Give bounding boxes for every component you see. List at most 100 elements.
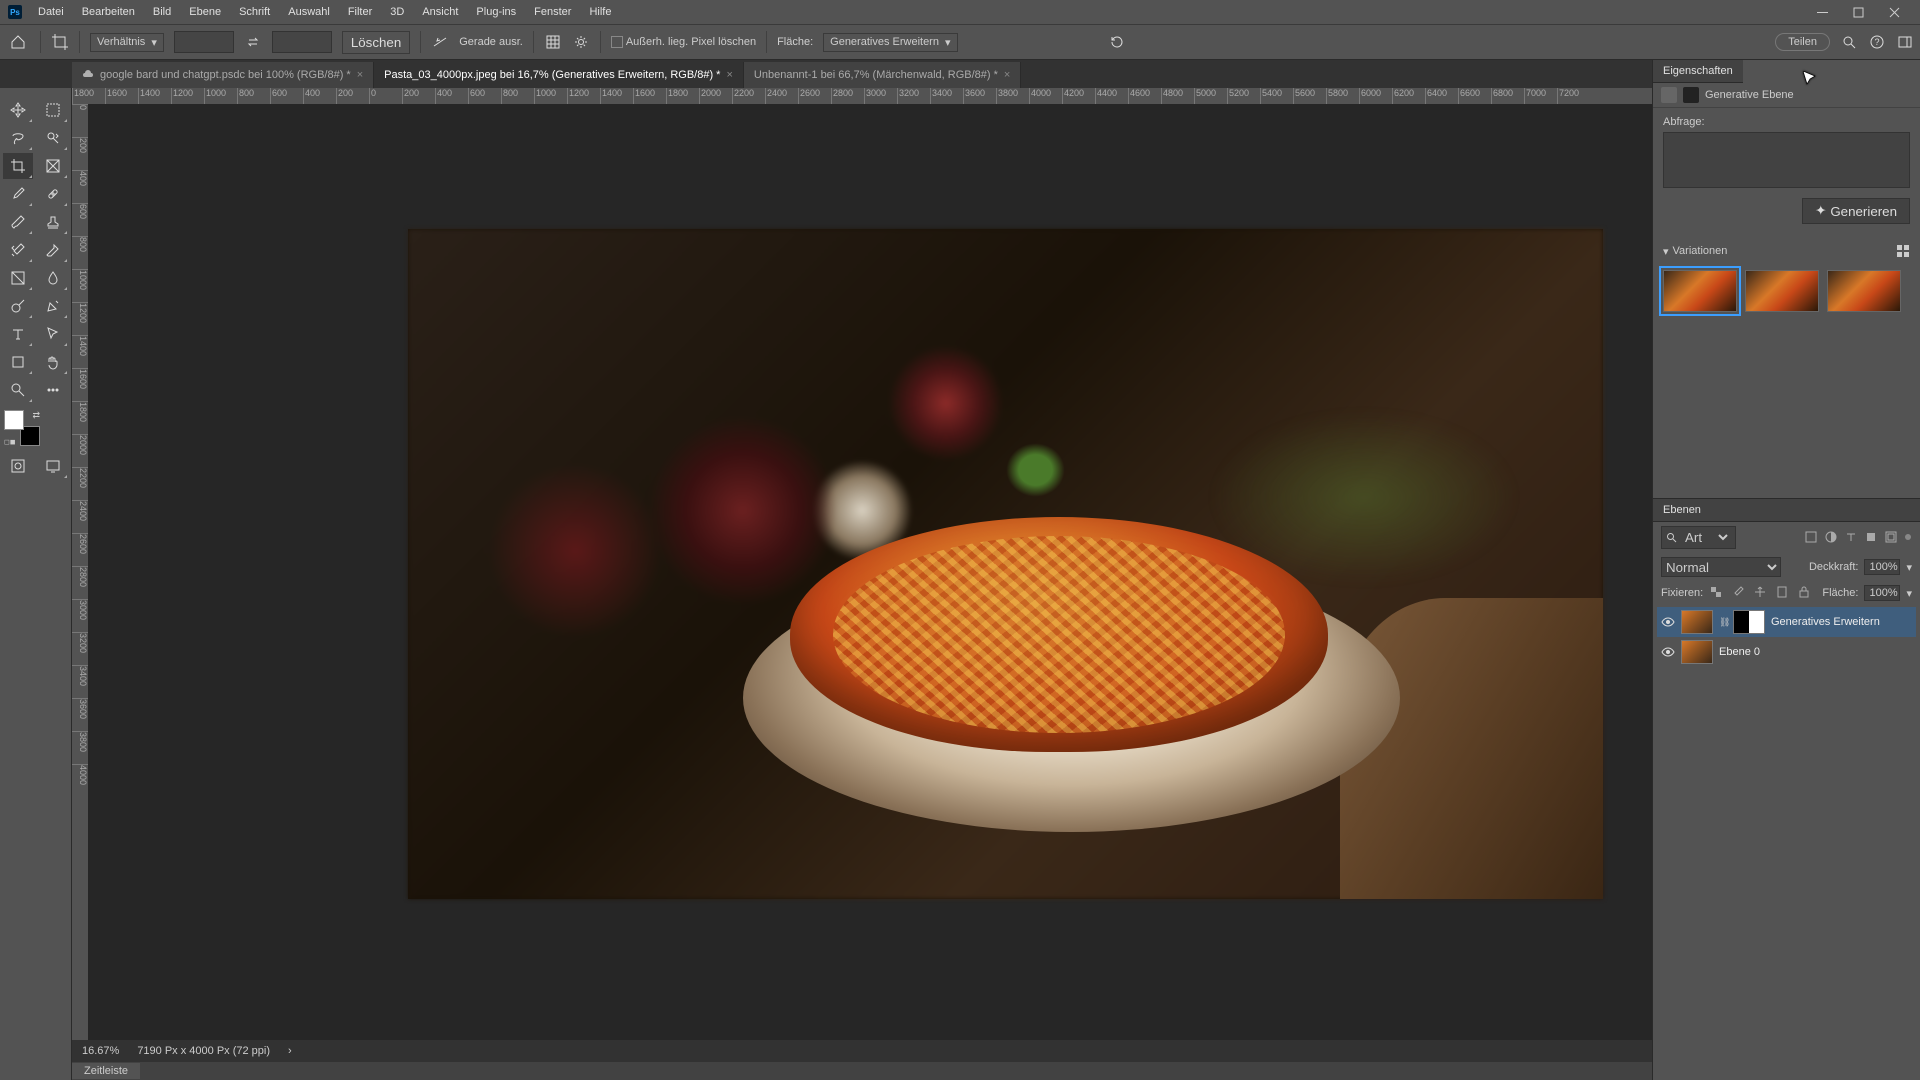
tab-document-1[interactable]: google bard und chatgpt.psdc bei 100% (R…	[72, 62, 374, 88]
menu-schrift[interactable]: Schrift	[231, 3, 278, 21]
variation-thumb-3[interactable]	[1827, 270, 1901, 312]
reset-colors-icon[interactable]: ◻◼	[4, 438, 16, 446]
history-brush-tool-icon[interactable]	[3, 237, 33, 263]
layer-filter-dropdown[interactable]: Art	[1661, 526, 1736, 549]
doc-info[interactable]: 7190 Px x 4000 Px (72 ppi)	[137, 1045, 270, 1057]
workspace-icon[interactable]	[1896, 33, 1914, 51]
dodge-tool-icon[interactable]	[3, 293, 33, 319]
menu-plugins[interactable]: Plug-ins	[468, 3, 524, 21]
chevron-right-icon[interactable]: ›	[288, 1045, 292, 1057]
layer-mask-thumb[interactable]	[1733, 610, 1765, 634]
stamp-tool-icon[interactable]	[39, 209, 69, 235]
link-icon[interactable]: ⛓	[1719, 617, 1727, 628]
close-icon[interactable]	[1876, 0, 1912, 24]
ratio-width-input[interactable]	[174, 31, 234, 53]
close-tab-icon[interactable]: ×	[1004, 69, 1010, 81]
tab-document-2[interactable]: Pasta_03_4000px.jpeg bei 16,7% (Generati…	[374, 62, 744, 88]
crop-tool-icon[interactable]	[3, 153, 33, 179]
clear-button[interactable]: Löschen	[342, 31, 410, 54]
share-button[interactable]: Teilen	[1775, 33, 1830, 51]
quick-select-tool-icon[interactable]	[39, 125, 69, 151]
swap-dims-icon[interactable]	[244, 33, 262, 51]
close-tab-icon[interactable]: ×	[357, 69, 363, 81]
close-tab-icon[interactable]: ×	[726, 69, 732, 81]
ratio-height-input[interactable]	[272, 31, 332, 53]
visibility-icon[interactable]	[1661, 645, 1675, 659]
properties-panel-tab[interactable]: Eigenschaften	[1653, 60, 1743, 83]
filter-adjust-icon[interactable]	[1824, 530, 1840, 546]
tab-document-3[interactable]: Unbenannt-1 bei 66,7% (Märchenwald, RGB/…	[744, 62, 1021, 88]
zoom-tool-icon[interactable]	[3, 377, 33, 403]
menu-ebene[interactable]: Ebene	[181, 3, 229, 21]
ruler-vertical[interactable]: 0200400600800100012001400160018002000220…	[72, 104, 88, 1040]
layer-item[interactable]: ⛓ Generatives Erweitern	[1657, 607, 1916, 637]
frame-tool-icon[interactable]	[39, 153, 69, 179]
healing-tool-icon[interactable]	[39, 181, 69, 207]
filter-type-icon[interactable]	[1844, 530, 1860, 546]
opacity-input[interactable]: 100%	[1864, 559, 1900, 575]
menu-datei[interactable]: Datei	[30, 3, 72, 21]
menu-fenster[interactable]: Fenster	[526, 3, 579, 21]
swap-colors-icon[interactable]: ⇄	[32, 410, 40, 421]
lock-transparency-icon[interactable]	[1709, 585, 1725, 601]
lock-pixels-icon[interactable]	[1731, 585, 1747, 601]
hand-tool-icon[interactable]	[39, 349, 69, 375]
layer-item[interactable]: Ebene 0	[1657, 637, 1916, 667]
canvas[interactable]	[88, 104, 1652, 1040]
menu-3d[interactable]: 3D	[382, 3, 412, 21]
filter-shape-icon[interactable]	[1864, 530, 1880, 546]
blur-tool-icon[interactable]	[39, 265, 69, 291]
ratio-dropdown[interactable]: Verhältnis▾	[90, 33, 164, 52]
layer-name[interactable]: Ebene 0	[1719, 646, 1760, 658]
filter-smart-icon[interactable]	[1884, 530, 1900, 546]
filter-toggle-icon[interactable]	[1904, 530, 1912, 546]
ruler-horizontal[interactable]: 1800160014001200100080060040020002004006…	[72, 88, 1652, 104]
menu-bearbeiten[interactable]: Bearbeiten	[74, 3, 143, 21]
eyedropper-tool-icon[interactable]	[3, 181, 33, 207]
timeline-panel[interactable]: Zeitleiste	[72, 1062, 1652, 1080]
fill-input[interactable]: 100%	[1864, 585, 1900, 601]
minimize-icon[interactable]	[1804, 0, 1840, 24]
edit-toolbar-icon[interactable]	[39, 377, 69, 403]
layers-panel-tab[interactable]: Ebenen	[1653, 499, 1920, 522]
zoom-level[interactable]: 16.67%	[82, 1045, 119, 1057]
menu-ansicht[interactable]: Ansicht	[414, 3, 466, 21]
chevron-down-icon[interactable]: ▾	[1906, 561, 1912, 574]
help-icon[interactable]: ?	[1868, 33, 1886, 51]
menu-hilfe[interactable]: Hilfe	[581, 3, 619, 21]
color-swatch[interactable]: ⇄ ◻◼	[4, 410, 40, 446]
reset-crop-icon[interactable]	[1108, 33, 1126, 51]
grid-view-icon[interactable]	[1896, 244, 1910, 258]
gear-icon[interactable]	[572, 33, 590, 51]
brush-tool-icon[interactable]	[3, 209, 33, 235]
artboard-tool-icon[interactable]	[39, 97, 69, 123]
path-select-tool-icon[interactable]	[39, 321, 69, 347]
straighten-icon[interactable]	[431, 33, 449, 51]
variation-thumb-2[interactable]	[1745, 270, 1819, 312]
filter-pixel-icon[interactable]	[1804, 530, 1820, 546]
lasso-tool-icon[interactable]	[3, 125, 33, 151]
grid-overlay-icon[interactable]	[544, 33, 562, 51]
gradient-tool-icon[interactable]	[3, 265, 33, 291]
blend-mode-dropdown[interactable]: Normal	[1661, 557, 1781, 577]
prompt-input[interactable]	[1663, 132, 1910, 188]
visibility-icon[interactable]	[1661, 615, 1675, 629]
quickmask-icon[interactable]	[3, 453, 33, 479]
search-icon[interactable]	[1840, 33, 1858, 51]
chevron-down-icon[interactable]: ▾	[1906, 587, 1912, 600]
lock-all-icon[interactable]	[1797, 585, 1813, 601]
maximize-icon[interactable]	[1840, 0, 1876, 24]
type-tool-icon[interactable]	[3, 321, 33, 347]
crop-tool-icon[interactable]	[51, 33, 69, 51]
screenmode-icon[interactable]	[39, 453, 69, 479]
variation-thumb-1[interactable]	[1663, 270, 1737, 312]
lock-position-icon[interactable]	[1753, 585, 1769, 601]
pen-tool-icon[interactable]	[39, 293, 69, 319]
eraser-tool-icon[interactable]	[39, 237, 69, 263]
lock-artboard-icon[interactable]	[1775, 585, 1791, 601]
delete-pixels-checkbox[interactable]: Außerh. lieg. Pixel löschen	[611, 36, 756, 48]
home-icon[interactable]	[6, 30, 30, 54]
menu-bild[interactable]: Bild	[145, 3, 179, 21]
fill-dropdown[interactable]: Generatives Erweitern▾	[823, 33, 957, 52]
generate-button[interactable]: ✦Generieren	[1802, 198, 1910, 224]
